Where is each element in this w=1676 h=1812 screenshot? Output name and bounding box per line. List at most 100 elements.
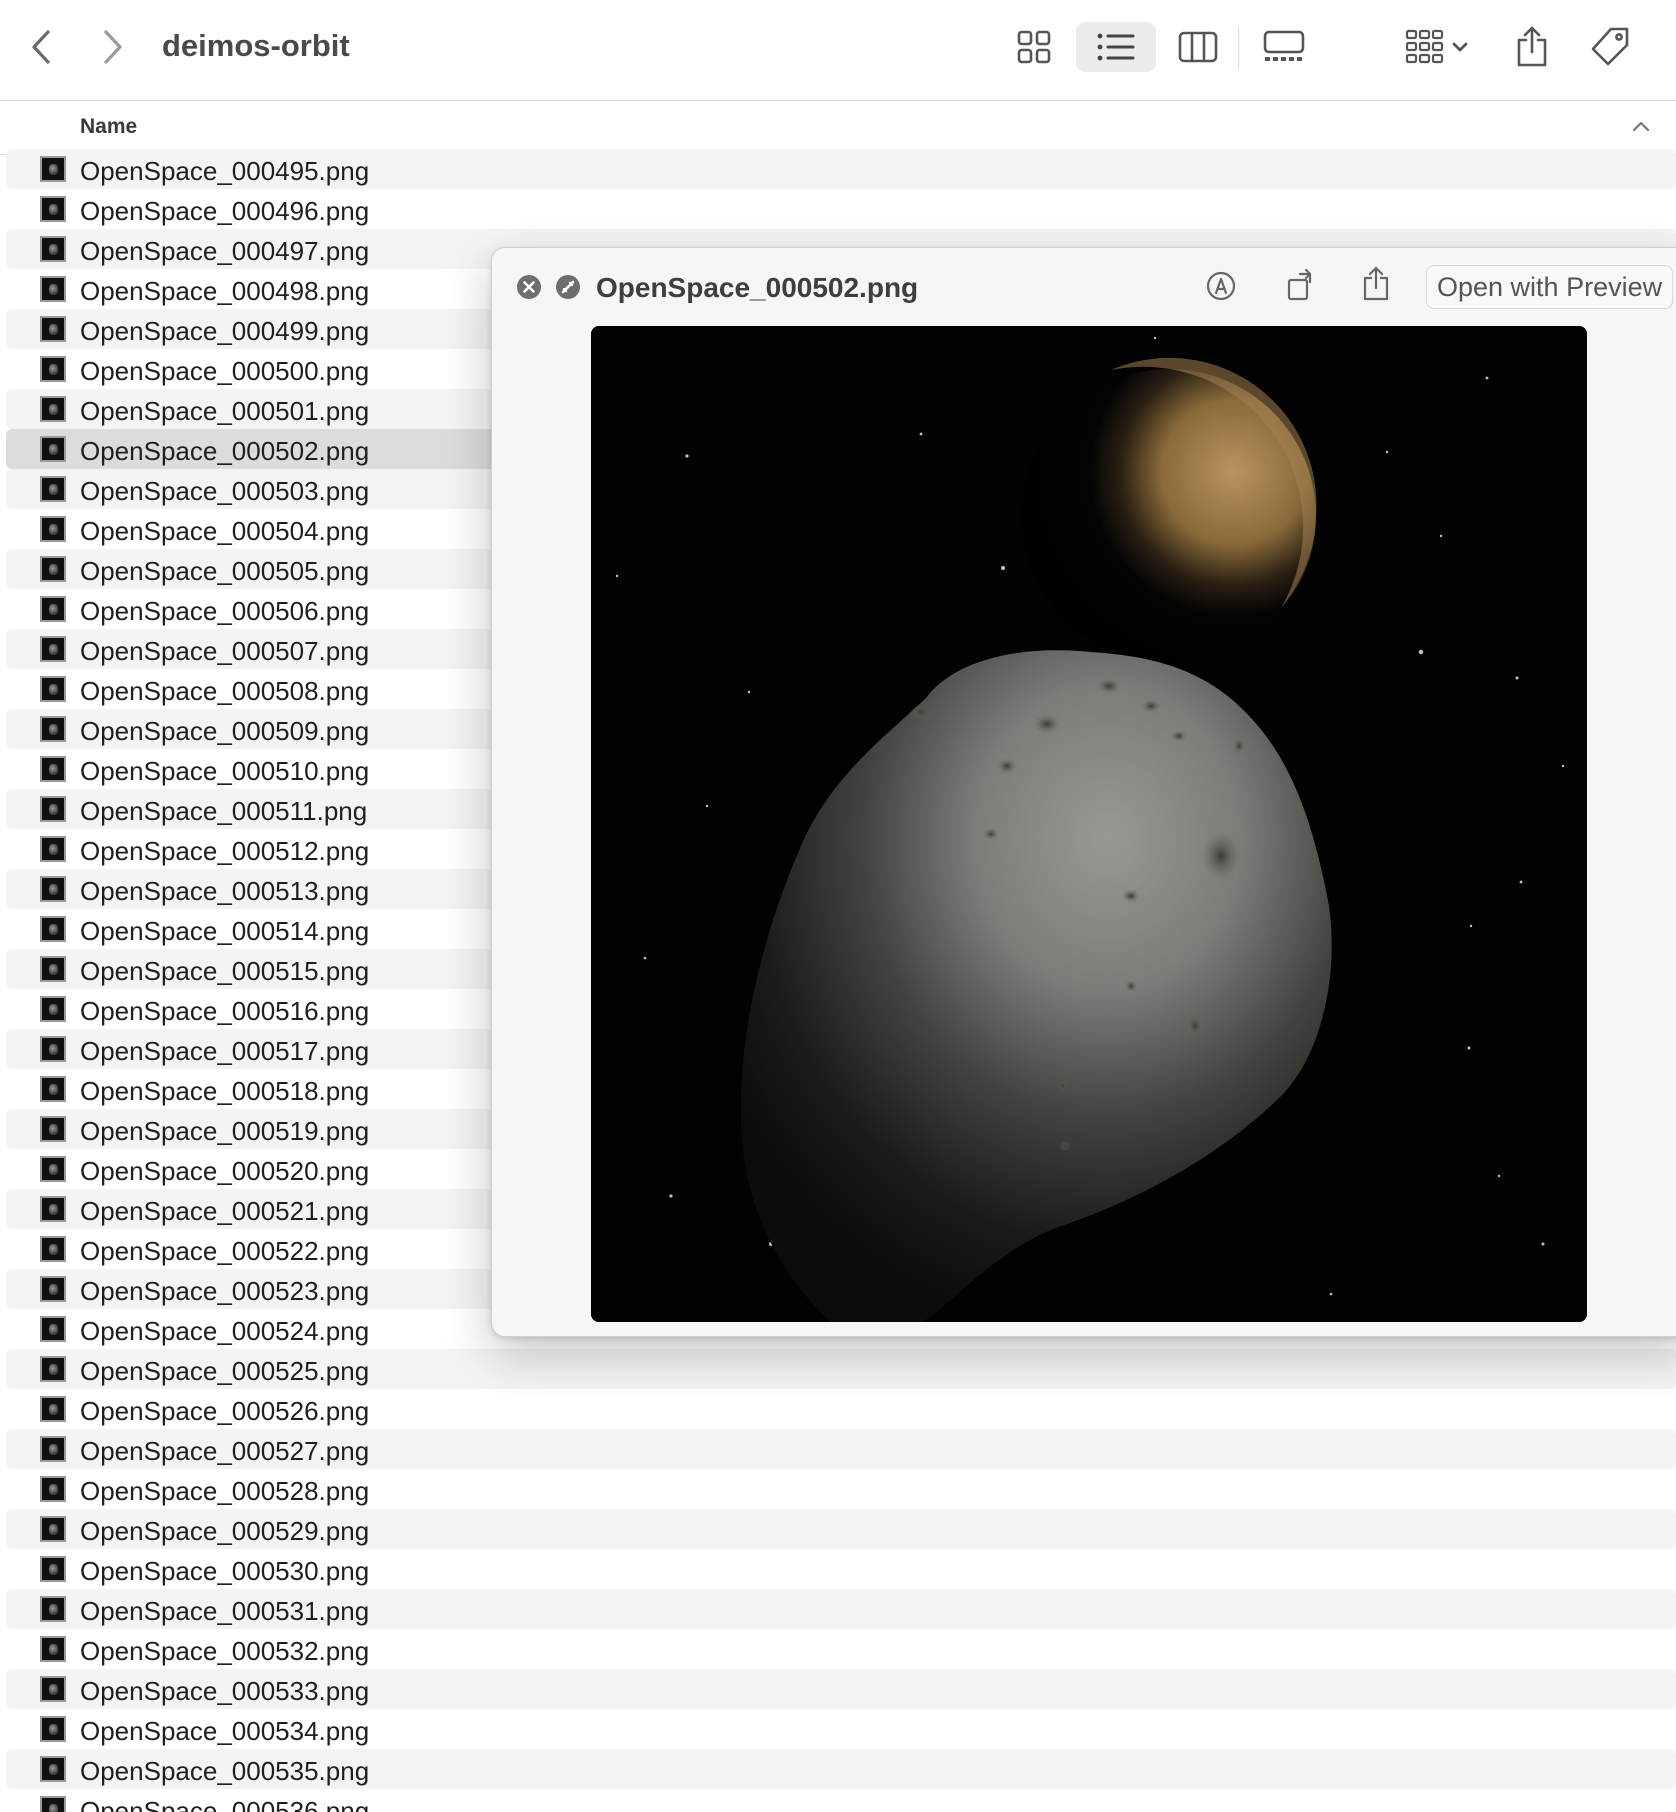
file-name: OpenSpace_000516.png [80, 996, 370, 1026]
file-row[interactable]: OpenSpace_000531.png [6, 1589, 1676, 1629]
quicklook-share-button[interactable] [1362, 266, 1390, 307]
quicklook-title: OpenSpace_000502.png [596, 272, 919, 303]
file-row[interactable]: OpenSpace_000534.png [6, 1709, 1676, 1749]
image-file-icon [40, 956, 66, 982]
file-name: OpenSpace_000498.png [80, 276, 370, 306]
file-name: OpenSpace_000509.png [80, 716, 370, 746]
gallery-icon [1263, 30, 1305, 64]
file-name: OpenSpace_000515.png [80, 956, 370, 986]
image-file-icon [40, 636, 66, 662]
image-file-icon [40, 156, 66, 182]
file-name: OpenSpace_000502.png [80, 436, 370, 466]
file-name: OpenSpace_000528.png [80, 1476, 370, 1506]
file-row[interactable]: OpenSpace_000527.png [6, 1429, 1676, 1469]
file-row[interactable]: OpenSpace_000532.png [6, 1629, 1676, 1669]
share-icon [1515, 26, 1549, 68]
file-name: OpenSpace_000513.png [80, 876, 370, 906]
file-name: OpenSpace_000505.png [80, 556, 370, 586]
column-header: Name [0, 101, 1676, 155]
back-button[interactable] [14, 22, 70, 72]
chevron-right-icon [100, 29, 124, 65]
image-file-icon [40, 516, 66, 542]
markup-button[interactable] [1206, 271, 1236, 306]
file-name: OpenSpace_000526.png [80, 1396, 370, 1426]
image-file-icon [40, 596, 66, 622]
image-file-icon [40, 836, 66, 862]
image-file-icon [40, 1036, 66, 1062]
file-name: OpenSpace_000507.png [80, 636, 370, 666]
rotate-button[interactable] [1286, 268, 1316, 307]
open-with-preview-button[interactable]: Open with Preview [1426, 265, 1674, 309]
image-file-icon [40, 1316, 66, 1342]
share-button[interactable] [1504, 22, 1560, 72]
close-button[interactable] [516, 274, 542, 305]
file-name: OpenSpace_000495.png [80, 156, 370, 186]
file-name: OpenSpace_000497.png [80, 236, 370, 266]
image-file-icon [40, 1476, 66, 1502]
column-view-button[interactable] [1170, 22, 1226, 72]
file-name: OpenSpace_000518.png [80, 1076, 370, 1106]
file-name: OpenSpace_000521.png [80, 1196, 370, 1226]
share-icon [1362, 266, 1390, 307]
file-row[interactable]: OpenSpace_000528.png [6, 1469, 1676, 1509]
file-name: OpenSpace_000514.png [80, 916, 370, 946]
markup-icon [1206, 271, 1236, 306]
file-name: OpenSpace_000504.png [80, 516, 370, 546]
tag-icon [1589, 26, 1631, 68]
file-name: OpenSpace_000511.png [80, 796, 368, 826]
image-file-icon [40, 1436, 66, 1462]
tag-button[interactable] [1582, 22, 1638, 72]
forward-button[interactable] [84, 22, 140, 72]
image-file-icon [40, 1756, 66, 1782]
space-render-image [591, 326, 1587, 1322]
file-row[interactable]: OpenSpace_000536.png [6, 1789, 1676, 1812]
file-name: OpenSpace_000523.png [80, 1276, 370, 1306]
image-file-icon [40, 1356, 66, 1382]
file-row[interactable]: OpenSpace_000529.png [6, 1509, 1676, 1549]
file-row[interactable]: OpenSpace_000535.png [6, 1749, 1676, 1789]
file-name: OpenSpace_000520.png [80, 1156, 370, 1186]
image-file-icon [40, 996, 66, 1022]
image-file-icon [40, 1676, 66, 1702]
image-file-icon [40, 1276, 66, 1302]
gallery-view-button[interactable] [1252, 22, 1316, 72]
file-name: OpenSpace_000533.png [80, 1676, 370, 1706]
file-name: OpenSpace_000499.png [80, 316, 370, 346]
image-file-icon [40, 476, 66, 502]
group-grid-icon [1405, 29, 1469, 65]
image-file-icon [40, 1556, 66, 1582]
file-name: OpenSpace_000510.png [80, 756, 370, 786]
image-file-icon [40, 1196, 66, 1222]
image-file-icon [40, 1116, 66, 1142]
file-row[interactable]: OpenSpace_000533.png [6, 1669, 1676, 1709]
file-name: OpenSpace_000532.png [80, 1636, 370, 1666]
file-row[interactable]: OpenSpace_000525.png [6, 1349, 1676, 1389]
rotate-icon [1286, 268, 1316, 307]
name-column-header[interactable]: Name [80, 115, 137, 139]
file-row[interactable]: OpenSpace_000530.png [6, 1549, 1676, 1589]
toolbar: deimos-orbit [0, 0, 1676, 101]
image-file-icon [40, 1796, 66, 1812]
file-row[interactable]: OpenSpace_000495.png [6, 149, 1676, 189]
group-by-button[interactable] [1396, 22, 1478, 72]
grid-icon [1017, 30, 1051, 64]
file-name: OpenSpace_000525.png [80, 1356, 370, 1386]
image-file-icon [40, 436, 66, 462]
file-name: OpenSpace_000501.png [80, 396, 370, 426]
file-row[interactable]: OpenSpace_000496.png [6, 189, 1676, 229]
file-row[interactable]: OpenSpace_000526.png [6, 1389, 1676, 1429]
file-name: OpenSpace_000503.png [80, 476, 370, 506]
file-name: OpenSpace_000522.png [80, 1236, 370, 1266]
image-file-icon [40, 356, 66, 382]
file-name: OpenSpace_000536.png [80, 1796, 370, 1812]
fullscreen-circle-icon [555, 274, 581, 305]
fullscreen-button[interactable] [555, 274, 581, 305]
image-file-icon [40, 1596, 66, 1622]
icon-view-button[interactable] [1006, 22, 1062, 72]
image-file-icon [40, 756, 66, 782]
list-view-button[interactable] [1076, 22, 1156, 72]
file-name: OpenSpace_000531.png [80, 1596, 370, 1626]
sort-ascending-icon[interactable] [1632, 119, 1650, 137]
image-file-icon [40, 1516, 66, 1542]
image-file-icon [40, 316, 66, 342]
